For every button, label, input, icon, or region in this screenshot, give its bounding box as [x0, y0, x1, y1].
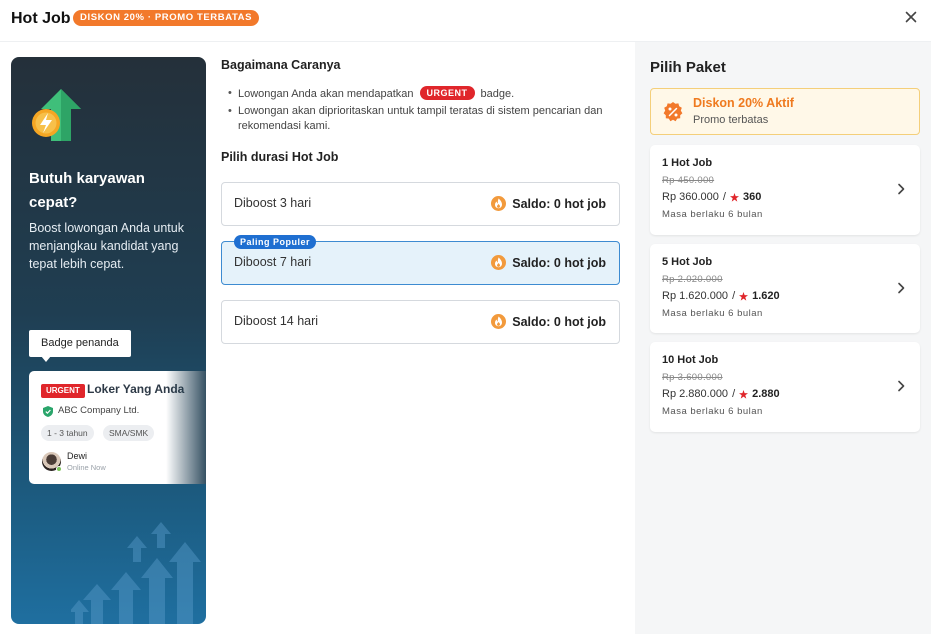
sample-card-fade — [166, 371, 206, 484]
close-button[interactable] — [902, 8, 920, 26]
package-validity: Masa berlaku 6 bulan — [662, 406, 763, 417]
promo-heading: Butuh karyawan cepat? — [29, 170, 145, 211]
price-separator: / — [722, 191, 726, 203]
discount-title: Diskon 20% Aktif — [693, 96, 794, 110]
duration-label: Diboost 3 hari — [234, 196, 312, 210]
discount-subtitle: Promo terbatas — [693, 114, 769, 126]
duration-option-14-days[interactable]: Diboost 14 hari Saldo: 0 hot job — [221, 300, 620, 344]
close-icon — [905, 11, 917, 23]
sample-recruiter-name: Dewi — [67, 451, 88, 461]
badge-tooltip: Badge penanda — [29, 330, 131, 362]
popular-tag: Paling Populer — [234, 235, 317, 249]
duration-option-3-days[interactable]: Diboost 3 hari Saldo: 0 hot job — [221, 182, 620, 226]
package-card-10[interactable]: 10 Hot Job Rp 3.600.000 Rp 2.880.000 / 2… — [650, 342, 920, 432]
package-name: 1 Hot Job — [662, 157, 713, 169]
saldo-text: Saldo: 0 hot job — [512, 255, 606, 270]
promo-description: Boost lowongan Anda untuk menjangkau kan… — [29, 221, 184, 271]
chevron-right-icon — [898, 380, 905, 392]
sample-company: ABC Company Ltd. — [58, 405, 140, 416]
star-icon — [729, 192, 739, 202]
sample-tag-experience: 1 - 3 tahun — [41, 425, 94, 441]
how-to-item-text: Lowongan Anda akan mendapatkan — [238, 88, 414, 100]
modal-title: Hot Job — [11, 10, 71, 27]
price-separator: / — [732, 388, 736, 400]
duration-option-7-days[interactable]: Paling Populer Diboost 7 hari Saldo: 0 h… — [221, 235, 620, 285]
saldo: Saldo: 0 hot job — [491, 314, 606, 329]
duration-title: Pilih durasi Hot Job — [221, 150, 339, 164]
duration-label: Diboost 14 hari — [234, 314, 319, 328]
package-card-1[interactable]: 1 Hot Job Rp 450.000 Rp 360.000 / 360 Ma… — [650, 145, 920, 235]
package-validity: Masa berlaku 6 bulan — [662, 308, 763, 319]
package-points: 2.880 — [752, 388, 780, 400]
how-to-item-urgent: Lowongan Anda akan mendapatkan URGENT badg… — [228, 86, 618, 103]
price-separator: / — [732, 290, 736, 302]
how-to-list: Lowongan Anda akan mendapatkan URGENT badg… — [228, 86, 618, 136]
rocket-arrow-icon — [32, 89, 81, 141]
package-validity: Masa berlaku 6 bulan — [662, 209, 763, 220]
percent-badge-icon — [663, 102, 683, 122]
package-old-price: Rp 3.600.000 — [662, 372, 723, 383]
package-price: Rp 2.880.000 — [662, 388, 729, 400]
how-to-item-text: Lowongan akan diprioritaskan untuk tampi… — [238, 104, 603, 133]
package-price: Rp 360.000 — [662, 191, 719, 203]
online-status-dot — [56, 466, 62, 472]
chevron-right-icon — [898, 183, 905, 195]
how-to-title: Bagaimana Caranya — [221, 58, 341, 72]
modal-header: Hot Job DISKON 20% · PROMO TERBATAS — [0, 0, 931, 42]
fire-icon — [491, 196, 507, 211]
package-points: 360 — [742, 191, 762, 203]
urgent-badge: URGENT — [419, 86, 475, 100]
package-name: 5 Hot Job — [662, 256, 713, 268]
saldo: Saldo: 0 hot job — [491, 196, 606, 211]
sample-job-card: URGENT Loker Yang Anda ABC Company Ltd. … — [29, 371, 206, 484]
duration-label: Diboost 7 hari — [234, 255, 312, 269]
package-card-5[interactable]: 5 Hot Job Rp 2.020.000 Rp 1.620.000 / 1.… — [650, 244, 920, 333]
saldo: Saldo: 0 hot job — [491, 255, 606, 270]
package-price-row: Rp 2.880.000 / 2.880 — [662, 388, 780, 400]
star-icon — [739, 389, 749, 399]
fire-icon — [491, 314, 507, 329]
package-price: Rp 1.620.000 — [662, 290, 729, 302]
how-to-item-priority: Lowongan akan diprioritaskan untuk tampi… — [228, 104, 618, 135]
sample-urgent-badge: URGENT — [41, 384, 85, 398]
package-title: Pilih Paket — [650, 59, 726, 76]
rising-arrows-decoration — [71, 522, 201, 624]
package-points: 1.620 — [752, 290, 780, 302]
saldo-text: Saldo: 0 hot job — [512, 314, 606, 329]
package-price-row: Rp 1.620.000 / 1.620 — [662, 290, 780, 302]
package-old-price: Rp 450.000 — [662, 175, 715, 186]
sample-tag-education: SMA/SMK — [103, 425, 155, 441]
sample-recruiter-status: Online Now — [67, 463, 106, 472]
fire-icon — [491, 255, 507, 270]
package-name: 10 Hot Job — [662, 354, 719, 366]
package-old-price: Rp 2.020.000 — [662, 274, 723, 285]
verified-shield-icon — [43, 406, 53, 417]
chevron-right-icon — [898, 282, 905, 294]
promo-card: Butuh karyawan cepat? Boost lowongan And… — [11, 57, 206, 624]
package-price-row: Rp 360.000 / 360 — [662, 191, 761, 203]
star-icon — [739, 291, 749, 301]
discount-banner: Diskon 20% Aktif Promo terbatas — [650, 88, 920, 135]
how-to-item-text: badge. — [480, 88, 515, 100]
saldo-text: Saldo: 0 hot job — [512, 196, 606, 211]
promo-pill: DISKON 20% · PROMO TERBATAS — [73, 10, 260, 26]
